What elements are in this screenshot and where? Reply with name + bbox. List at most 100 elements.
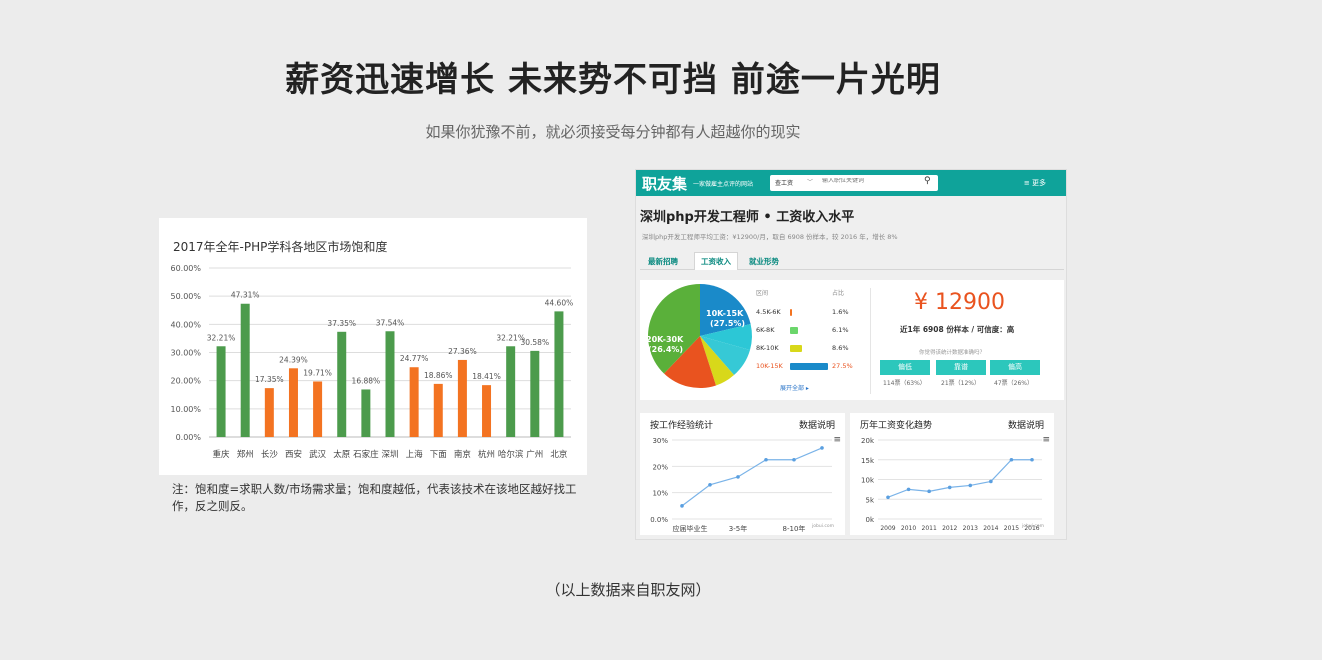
data-point bbox=[927, 489, 931, 494]
data-point bbox=[736, 475, 740, 479]
bar-value-label: 30.58% bbox=[520, 338, 549, 347]
x-tick-label: 石家庄 bbox=[353, 449, 379, 460]
x-tick-label: 杭州 bbox=[478, 449, 495, 460]
bar-value-label: 18.41% bbox=[472, 372, 501, 381]
data-point bbox=[820, 446, 824, 450]
bar bbox=[554, 311, 564, 437]
x-tick-label: 应届毕业生 bbox=[673, 524, 708, 533]
data-point bbox=[680, 504, 684, 508]
vote-reliable-count: 21票（12%） bbox=[941, 380, 980, 387]
tab-bar: 最新招聘 工资收入 就业形势 bbox=[640, 252, 1064, 270]
vote-low-button[interactable]: 偏低 bbox=[880, 360, 930, 375]
y-tick-label: 60.00% bbox=[170, 264, 201, 273]
average-salary: ¥ 12900 bbox=[914, 290, 1005, 315]
vote-high-count: 47票（26%） bbox=[994, 380, 1033, 387]
data-point bbox=[989, 479, 993, 484]
bar bbox=[313, 381, 323, 437]
range-pct: 1.6% bbox=[832, 308, 849, 316]
bar bbox=[482, 385, 492, 437]
x-tick-label: 2014 bbox=[983, 525, 998, 532]
x-tick-label: 武汉 bbox=[309, 449, 327, 460]
bar-value-label: 18.86% bbox=[424, 371, 453, 380]
vote-reliable-button[interactable]: 靠谱 bbox=[936, 360, 986, 375]
vote-high-button[interactable]: 偏高 bbox=[990, 360, 1040, 375]
y-tick-label: 30.00% bbox=[170, 349, 201, 358]
chevron-down-icon[interactable]: ﹀ bbox=[807, 177, 813, 186]
x-tick-label: 深圳 bbox=[381, 449, 398, 460]
y-tick-label: 50.00% bbox=[170, 292, 201, 301]
bar-value-label: 47.31% bbox=[231, 291, 260, 300]
tab-latest-jobs[interactable]: 最新招聘 bbox=[648, 256, 678, 267]
search-type-select[interactable]: 查工资 bbox=[775, 178, 793, 187]
y-tick-label: 15k bbox=[861, 457, 875, 465]
bar-value-label: 27.36% bbox=[448, 347, 477, 356]
range-share-bar bbox=[790, 327, 799, 334]
x-tick-label: 长沙 bbox=[261, 449, 279, 460]
headline: 薪资迅速增长 未来势不可挡 前途一片光明 bbox=[285, 60, 941, 100]
y-tick-label: 10% bbox=[652, 490, 668, 498]
bar-value-label: 37.35% bbox=[327, 319, 356, 328]
range-share-bar bbox=[790, 309, 793, 316]
page-subtitle: 深圳php开发工程师平均工资：¥12900/月，取自 6908 份样本，较 20… bbox=[642, 233, 898, 241]
y-tick-label: 0.0% bbox=[650, 516, 668, 524]
bar bbox=[530, 350, 540, 437]
pie-label-10k-15k: 10K-15K bbox=[706, 309, 744, 318]
tab-employment[interactable]: 就业形势 bbox=[749, 256, 779, 267]
data-point bbox=[968, 483, 973, 488]
bar bbox=[433, 383, 443, 437]
watermark: jobui.com bbox=[1021, 523, 1044, 529]
range-share-bar bbox=[790, 345, 802, 352]
data-point bbox=[1030, 457, 1034, 462]
experience-chart-panel: 按工作经验统计 数据说明 ≡ 0.0% 10% 20% 30% 应届毕业生 3-5年 8-1… bbox=[640, 413, 845, 535]
bar-value-label: 24.39% bbox=[279, 355, 308, 364]
x-tick-label: 郑州 bbox=[237, 449, 254, 460]
bar bbox=[264, 388, 274, 437]
bar bbox=[288, 368, 298, 437]
search-input[interactable] bbox=[822, 178, 912, 184]
data-source-note: （以上数据来自职友网） bbox=[545, 581, 711, 599]
subline: 如果你犹豫不前，就必须接受每分钟都有人超越你的现实 bbox=[425, 123, 801, 141]
data-point bbox=[764, 457, 768, 462]
pie-label-20k-30k: 20K-30K bbox=[646, 335, 684, 344]
data-point bbox=[792, 457, 796, 462]
data-point bbox=[906, 487, 911, 492]
bar-value-label: 37.54% bbox=[376, 318, 405, 327]
tab-salary[interactable]: 工资收入 bbox=[694, 252, 738, 270]
table-head-range: 区间 bbox=[756, 290, 769, 297]
bar-value-label: 32.21% bbox=[207, 333, 236, 342]
y-tick-label: 10.00% bbox=[170, 405, 201, 414]
range-pct: 27.5% bbox=[832, 362, 853, 370]
y-tick-label: 20k bbox=[861, 437, 875, 445]
range-pct: 6.1% bbox=[832, 326, 849, 334]
x-tick-label: 2012 bbox=[942, 525, 957, 532]
panel-divider bbox=[870, 288, 871, 394]
range-share-bar bbox=[790, 363, 828, 370]
salary-sample-info: 近1年 6908 份样本 / 可信度：高 bbox=[900, 325, 1015, 334]
y-tick-label: 0.00% bbox=[176, 433, 202, 442]
show-all-link[interactable]: 展开全部 ▸ bbox=[780, 383, 809, 392]
site-logo[interactable]: 职友集 bbox=[642, 173, 687, 194]
salary-panel: 10K-15K (27.5%) 20K-30K (26.4%) 区间 占比 4.… bbox=[640, 280, 1064, 400]
data-point bbox=[1009, 457, 1014, 462]
data-point bbox=[708, 482, 712, 487]
bar bbox=[457, 359, 467, 437]
trend-line-chart: 0k 5k 10k 15k 20k 2009 2010 2011 2012 2013 2014 201… bbox=[861, 437, 1044, 532]
series-line bbox=[681, 447, 823, 507]
search-icon[interactable]: ⚲ bbox=[924, 176, 931, 186]
more-menu-button[interactable]: ≡ 更多 bbox=[1024, 178, 1046, 188]
data-point bbox=[947, 485, 952, 490]
bar-value-label: 17.35% bbox=[255, 375, 284, 384]
x-tick-label: 北京 bbox=[550, 449, 567, 460]
pie-pct-20k-30k: (26.4%) bbox=[648, 345, 683, 354]
search-box: 查工资 ﹀ ⚲ bbox=[770, 175, 938, 191]
range-pct: 8.6% bbox=[832, 344, 849, 352]
site-slogan: 一家做雇主点评的网站 bbox=[693, 181, 754, 188]
x-tick-label: 重庆 bbox=[213, 449, 231, 460]
accuracy-question: 你觉得该统计数据准确吗？ bbox=[919, 350, 986, 356]
top-nav-bar: 职友集 一家做雇主点评的网站 查工资 ﹀ ⚲ ≡ 更多 bbox=[636, 170, 1066, 196]
bar bbox=[409, 367, 419, 437]
x-tick-label: 2011 bbox=[922, 525, 937, 532]
y-tick-label: 40.00% bbox=[170, 320, 201, 329]
saturation-note: 注：饱和度=求职人数/市场需求量；饱和度越低，代表该技术在该地区越好找工作，反之… bbox=[172, 482, 577, 513]
bar-value-label: 24.77% bbox=[400, 354, 429, 363]
